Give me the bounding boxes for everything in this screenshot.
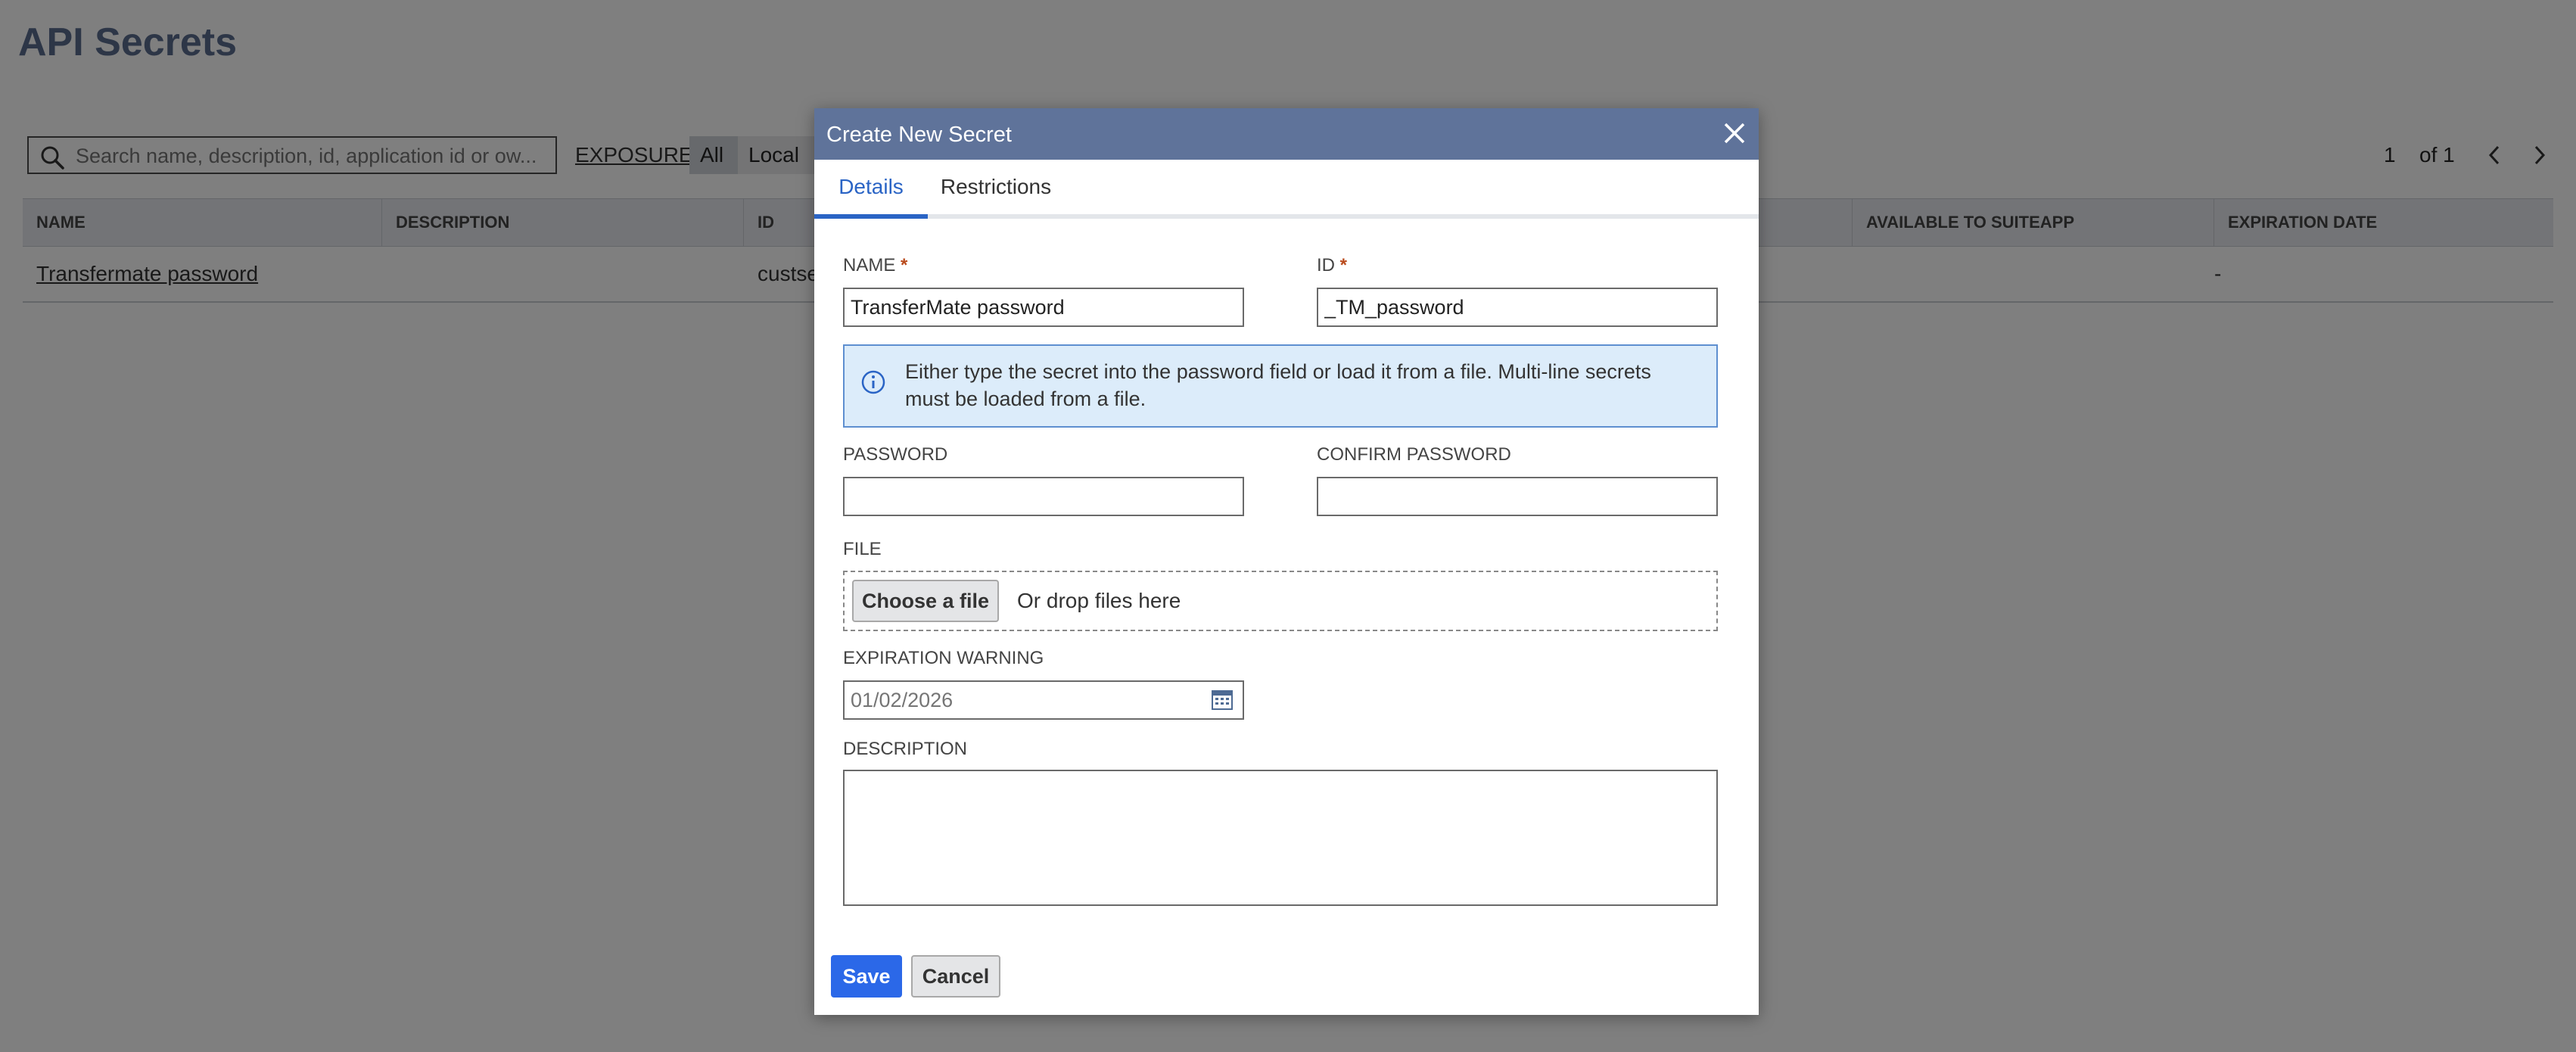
close-icon[interactable] [1721, 120, 1748, 151]
name-label-text: NAME [843, 255, 896, 275]
id-input[interactable] [1317, 288, 1718, 327]
create-secret-dialog: Create New Secret Details Restrictions N… [814, 108, 1759, 1015]
expiration-warning-label: EXPIRATION WARNING [843, 648, 1044, 668]
confirm-password-input[interactable] [1317, 477, 1718, 516]
choose-file-button[interactable]: Choose a file [852, 580, 999, 622]
password-input[interactable] [843, 477, 1244, 516]
name-required-mark: * [901, 255, 908, 275]
file-label: FILE [843, 539, 882, 559]
file-dropzone[interactable]: Choose a file Or drop files here [843, 571, 1718, 631]
name-label: NAME * [843, 255, 907, 276]
info-message: Either type the secret into the password… [843, 344, 1718, 428]
dialog-header: Create New Secret [814, 108, 1759, 160]
password-label: PASSWORD [843, 444, 948, 465]
save-button[interactable]: Save [831, 955, 902, 998]
cancel-button[interactable]: Cancel [911, 955, 1000, 998]
confirm-password-label: CONFIRM PASSWORD [1317, 444, 1511, 465]
dialog-tabs: Details Restrictions [814, 160, 1759, 219]
tab-restrictions[interactable]: Restrictions [928, 160, 1064, 214]
description-textarea[interactable] [843, 770, 1718, 906]
calendar-icon[interactable] [1211, 688, 1234, 714]
dialog-title: Create New Secret [826, 123, 1012, 147]
name-input[interactable] [843, 288, 1244, 327]
info-icon [860, 369, 887, 400]
id-label: ID * [1317, 255, 1347, 276]
description-label: DESCRIPTION [843, 739, 968, 759]
id-required-mark: * [1339, 255, 1348, 275]
id-label-text: ID [1317, 255, 1335, 275]
expiration-warning-input[interactable] [843, 680, 1244, 720]
tab-details[interactable]: Details [814, 160, 928, 219]
drop-files-text: Or drop files here [1017, 589, 1181, 612]
info-text: Either type the secret into the password… [905, 360, 1651, 410]
